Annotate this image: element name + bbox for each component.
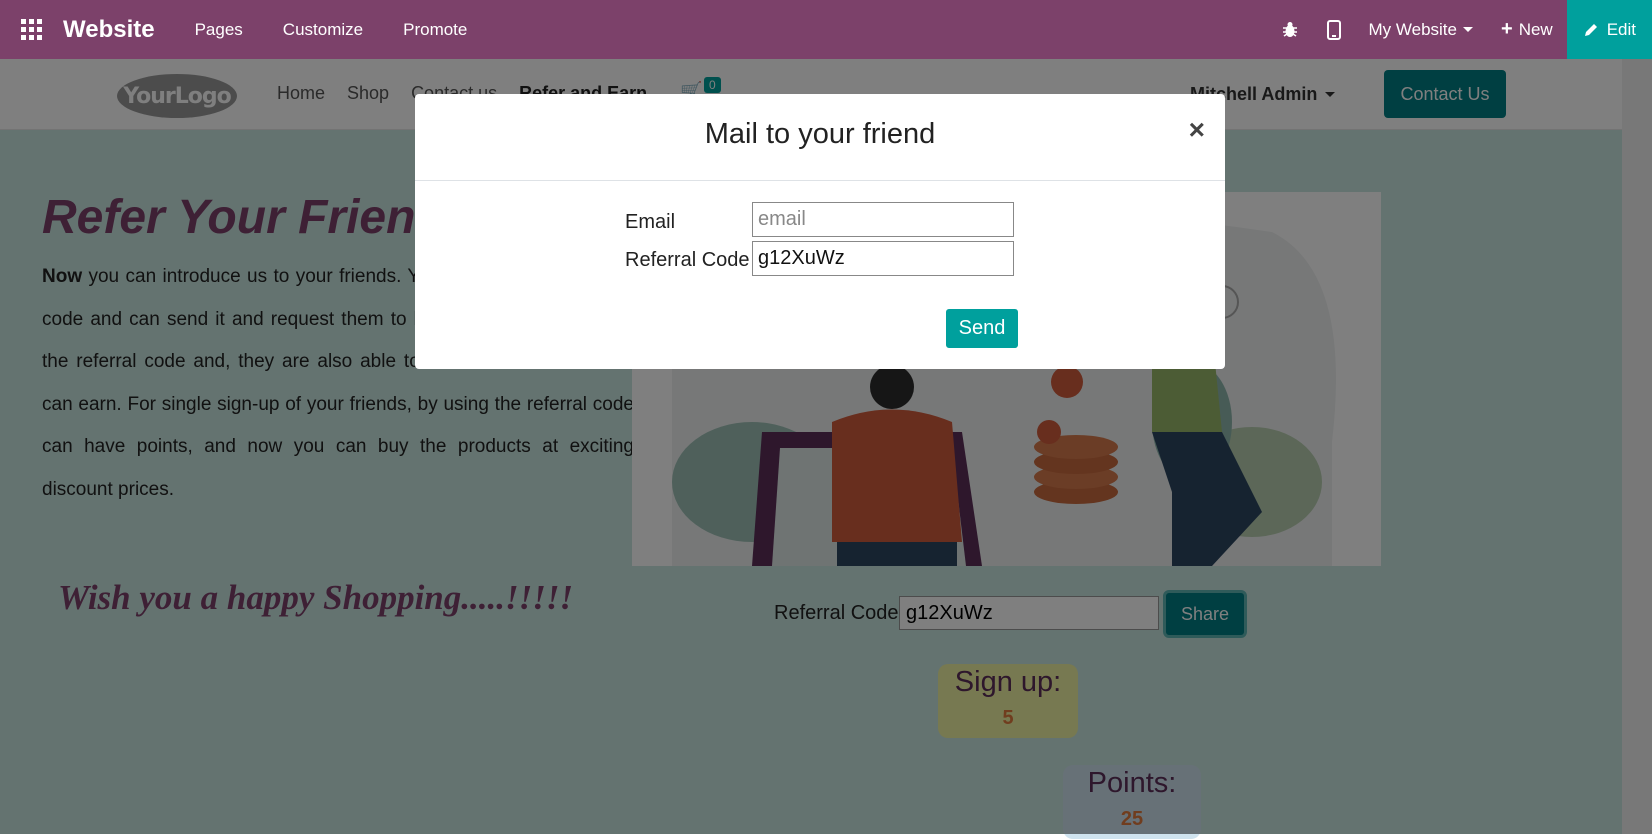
menu-customize[interactable]: Customize xyxy=(263,20,383,40)
modal-referral-code-input[interactable] xyxy=(752,241,1014,276)
pencil-icon xyxy=(1583,22,1599,38)
menu-promote[interactable]: Promote xyxy=(383,20,487,40)
new-button[interactable]: + New xyxy=(1487,18,1567,41)
website-selector[interactable]: My Website xyxy=(1355,20,1488,40)
app-brand: Website xyxy=(63,16,155,44)
odoo-topbar: Website Pages Customize Promote My Websi… xyxy=(0,0,1652,59)
chevron-down-icon xyxy=(1463,27,1473,32)
email-field[interactable] xyxy=(752,202,1014,237)
plus-icon: + xyxy=(1501,18,1513,41)
edit-button[interactable]: Edit xyxy=(1567,0,1652,59)
website-selector-label: My Website xyxy=(1369,20,1458,40)
menu-pages[interactable]: Pages xyxy=(175,20,263,40)
modal-header: Mail to your friend × xyxy=(415,94,1225,181)
new-button-label: New xyxy=(1519,20,1553,40)
edit-button-label: Edit xyxy=(1607,20,1636,40)
debug-bug-icon[interactable] xyxy=(1267,21,1313,39)
mail-friend-modal: Mail to your friend × Email Referral Cod… xyxy=(415,94,1225,369)
modal-title: Mail to your friend xyxy=(415,118,1225,151)
email-label: Email xyxy=(625,211,675,234)
mobile-preview-icon[interactable] xyxy=(1313,20,1355,40)
send-button[interactable]: Send xyxy=(946,309,1018,348)
topbar-right: My Website + New Edit xyxy=(1267,0,1652,59)
modal-referral-code-label: Referral Code xyxy=(625,249,750,272)
close-icon[interactable]: × xyxy=(1189,114,1205,146)
apps-grid-icon[interactable] xyxy=(21,19,43,41)
